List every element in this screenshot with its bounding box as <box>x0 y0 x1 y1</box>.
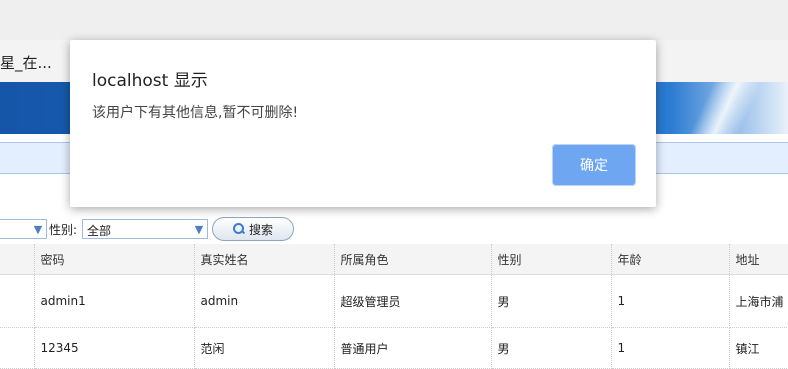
ok-button[interactable]: 确定 <box>552 144 636 186</box>
dialog-message: 该用户下有其他信息,暂不可删除! <box>92 105 299 121</box>
dialog-title: localhost 显示 <box>92 71 208 91</box>
alert-dialog: localhost 显示 该用户下有其他信息,暂不可删除! 确定 <box>70 40 656 207</box>
